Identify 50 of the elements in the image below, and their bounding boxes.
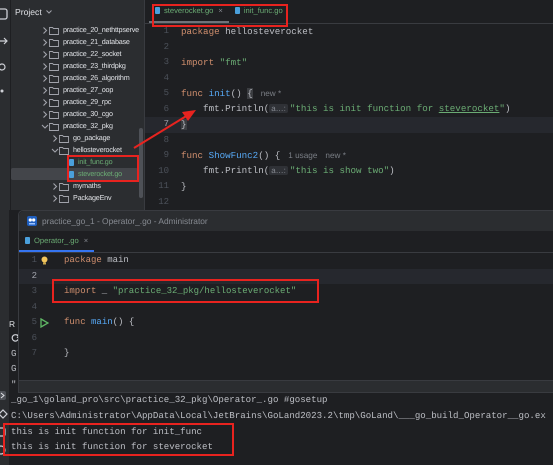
- chevron-right-icon[interactable]: [41, 26, 49, 34]
- chevron-down-icon[interactable]: [41, 122, 49, 130]
- panel-title[interactable]: R: [9, 319, 16, 329]
- chevron-right-icon[interactable]: [51, 134, 59, 142]
- code-line: package main: [64, 254, 129, 267]
- file-icon: [25, 237, 30, 244]
- chevron-right-icon[interactable]: [41, 110, 49, 118]
- file-icon: [155, 7, 160, 14]
- console-line: this is init function for init_func: [10, 424, 202, 439]
- window-title: practice_go_1 - Operator_.go - Administrator: [42, 214, 208, 228]
- chevron-right-icon[interactable]: [41, 74, 49, 82]
- line-number: 2: [30, 270, 37, 282]
- scrollbar[interactable]: [139, 128, 143, 198]
- chevron-right-icon[interactable]: [41, 62, 49, 70]
- code-line: func init() { new *: [181, 86, 282, 101]
- code-line: package hellosteverocket: [181, 24, 314, 39]
- code-line: import "fmt": [181, 56, 248, 70]
- console-line: C:\Users\Administrator\AppData\Local\JetBrains\GoLand2023.2\tmp\GoLand\___go_build_Operator__go.ex: [10, 408, 546, 423]
- line-number: 7: [162, 118, 169, 131]
- console-line: _go_1\goland_pro\src\practice_32_pkg\Operator_.go #gosetup: [10, 393, 328, 408]
- terminal-icon[interactable]: [0, 390, 9, 401]
- file-icon: [234, 7, 240, 14]
- lightbulb-icon[interactable]: [40, 256, 48, 266]
- code-line: import _ "practice_32_pkg/hellosteverocket": [64, 285, 296, 298]
- code-line: fmt.Println( a…: "this is init function for steverocket"): [202, 102, 510, 116]
- chevron-down-icon[interactable]: [51, 146, 59, 154]
- chevron-right-icon[interactable]: [51, 194, 59, 202]
- chevron-right-icon[interactable]: [41, 50, 49, 58]
- annotation-arrow: [133, 110, 196, 149]
- code-line: fmt.Println( a…: "this is show two"): [202, 164, 395, 178]
- console-line: G: [10, 362, 16, 376]
- code-line: }: [64, 347, 70, 360]
- chevron-right-icon[interactable]: [41, 38, 49, 46]
- panel-title[interactable]: Project: [15, 6, 42, 18]
- panel-icon[interactable]: [0, 8, 9, 20]
- console-line: ": [10, 378, 16, 392]
- run-icon[interactable]: [40, 318, 48, 328]
- arrow-icon[interactable]: [0, 36, 9, 46]
- annotation-box: [67, 155, 139, 182]
- console-line: G: [10, 346, 16, 361]
- console-line: this is init function for steverocket: [10, 440, 213, 454]
- app-icon: [27, 216, 37, 226]
- chevron-right-icon[interactable]: [51, 182, 59, 190]
- code-line: }: [181, 180, 187, 194]
- code-line: func ShowFunc2() { 1 usage new *: [181, 148, 346, 163]
- chevron-down-icon[interactable]: [46, 10, 52, 14]
- chevron-right-icon[interactable]: [41, 86, 49, 94]
- diamond-icon[interactable]: [0, 409, 9, 419]
- chevron-right-icon[interactable]: [41, 98, 49, 106]
- code-line: func main() {: [64, 316, 134, 329]
